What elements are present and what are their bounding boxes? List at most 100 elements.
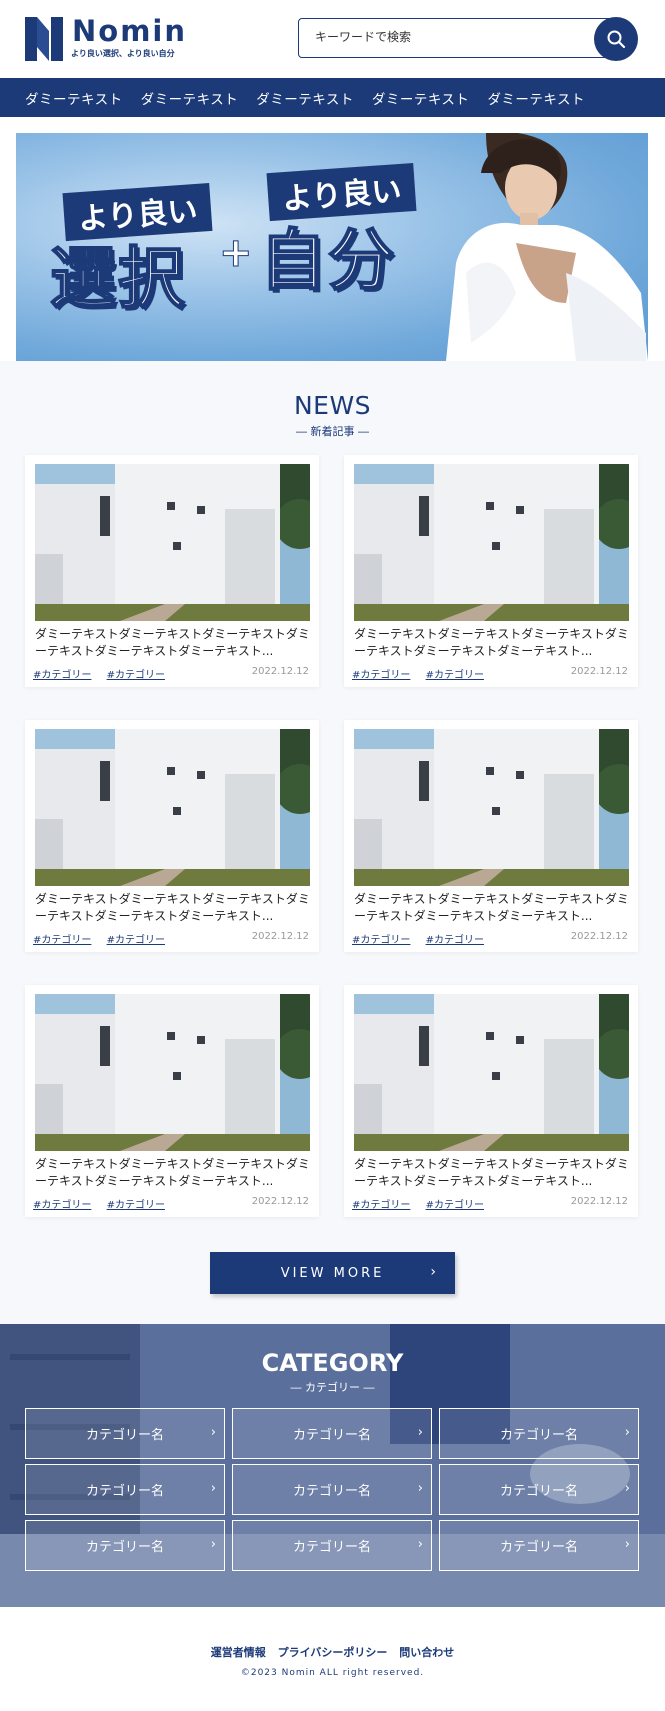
- news-card[interactable]: ダミーテキストダミーテキストダミーテキストダミーテキストダミーテキストダミーテキ…: [344, 985, 638, 1217]
- nav-item[interactable]: ダミーテキスト: [487, 88, 585, 108]
- hero-headline-right: 自分: [259, 221, 396, 300]
- category-button[interactable]: カテゴリー名 ›: [232, 1520, 432, 1571]
- article-tag[interactable]: #カテゴリー: [33, 1200, 91, 1211]
- category-button[interactable]: カテゴリー名 ›: [232, 1408, 432, 1459]
- category-button[interactable]: カテゴリー名 ›: [25, 1408, 225, 1459]
- footer-link-operator[interactable]: 運営者情報: [211, 1646, 266, 1659]
- news-subtitle: ― 新着記事 ―: [296, 425, 369, 438]
- nav-item[interactable]: ダミーテキスト: [372, 88, 470, 108]
- article-tag[interactable]: #カテゴリー: [107, 1200, 165, 1211]
- category-label: カテゴリー名: [499, 1540, 578, 1555]
- chevron-right-icon: ›: [624, 1425, 630, 1440]
- article-thumbnail[interactable]: [354, 464, 629, 621]
- chevron-right-icon: ›: [210, 1425, 216, 1440]
- chevron-right-icon: ›: [430, 1264, 439, 1280]
- logo-tagline: より良い選択、より良い自分: [71, 49, 175, 58]
- article-tag[interactable]: #カテゴリー: [426, 935, 484, 946]
- article-tag[interactable]: #カテゴリー: [352, 670, 410, 681]
- search-input[interactable]: [299, 19, 559, 55]
- category-title: CATEGORY: [261, 1349, 404, 1377]
- article-date: 2022.12.12: [570, 666, 628, 677]
- article-date: 2022.12.12: [251, 666, 309, 677]
- category-label: カテゴリー名: [292, 1484, 371, 1499]
- article-thumbnail[interactable]: [35, 464, 310, 621]
- copyright: ©2023 Nomin ALL right reserved.: [240, 1668, 425, 1678]
- article-tag[interactable]: #カテゴリー: [426, 670, 484, 681]
- site-footer: 運営者情報 プライバシーポリシー 問い合わせ ©2023 Nomin ALL r…: [0, 1607, 665, 1711]
- article-date: 2022.12.12: [570, 1196, 628, 1207]
- article-tag[interactable]: #カテゴリー: [426, 1200, 484, 1211]
- chevron-right-icon: ›: [417, 1425, 423, 1440]
- article-title[interactable]: ダミーテキストダミーテキストダミーテキストダミーテキストダミーテキストダミーテキ…: [354, 1156, 634, 1190]
- hero-banner[interactable]: より良い より良い 選択 + 自分: [16, 133, 648, 361]
- category-button[interactable]: カテゴリー名 ›: [439, 1520, 639, 1571]
- category-label: カテゴリー名: [292, 1540, 371, 1555]
- search-icon: [607, 30, 626, 49]
- category-label: カテゴリー名: [85, 1428, 164, 1443]
- article-tags: #カテゴリー #カテゴリー: [352, 931, 496, 946]
- article-tags: #カテゴリー #カテゴリー: [33, 1196, 177, 1211]
- article-tags: #カテゴリー #カテゴリー: [33, 666, 177, 681]
- search-button[interactable]: [594, 17, 638, 61]
- article-date: 2022.12.12: [251, 1196, 309, 1207]
- category-label: カテゴリー名: [85, 1484, 164, 1499]
- article-tag[interactable]: #カテゴリー: [107, 935, 165, 946]
- article-thumbnail[interactable]: [35, 994, 310, 1151]
- news-card[interactable]: ダミーテキストダミーテキストダミーテキストダミーテキストダミーテキストダミーテキ…: [344, 455, 638, 687]
- article-title[interactable]: ダミーテキストダミーテキストダミーテキストダミーテキストダミーテキストダミーテキ…: [35, 1156, 315, 1190]
- category-button[interactable]: カテゴリー名 ›: [25, 1464, 225, 1515]
- article-title[interactable]: ダミーテキストダミーテキストダミーテキストダミーテキストダミーテキストダミーテキ…: [35, 626, 315, 660]
- article-title[interactable]: ダミーテキストダミーテキストダミーテキストダミーテキストダミーテキストダミーテキ…: [354, 891, 634, 925]
- article-thumbnail-image: [35, 729, 310, 886]
- article-thumbnail-image: [354, 464, 629, 621]
- category-button[interactable]: カテゴリー名 ›: [232, 1464, 432, 1515]
- category-button[interactable]: カテゴリー名 ›: [439, 1408, 639, 1459]
- search-box: [298, 18, 610, 58]
- chevron-right-icon: ›: [210, 1537, 216, 1552]
- article-thumbnail-image: [354, 994, 629, 1151]
- category-label: カテゴリー名: [499, 1484, 578, 1499]
- article-thumbnail[interactable]: [354, 729, 629, 886]
- category-label: カテゴリー名: [85, 1540, 164, 1555]
- news-card[interactable]: ダミーテキストダミーテキストダミーテキストダミーテキストダミーテキストダミーテキ…: [25, 455, 319, 687]
- site-logo[interactable]: Nomin より良い選択、より良い自分: [25, 14, 195, 61]
- article-thumbnail[interactable]: [354, 994, 629, 1151]
- view-more-label: VIEW MORE: [280, 1265, 385, 1281]
- article-date: 2022.12.12: [570, 931, 628, 942]
- article-thumbnail-image: [35, 994, 310, 1151]
- site-header: Nomin より良い選択、より良い自分: [0, 0, 665, 78]
- article-title[interactable]: ダミーテキストダミーテキストダミーテキストダミーテキストダミーテキストダミーテキ…: [35, 891, 315, 925]
- category-button[interactable]: カテゴリー名 ›: [25, 1520, 225, 1571]
- news-card[interactable]: ダミーテキストダミーテキストダミーテキストダミーテキストダミーテキストダミーテキ…: [25, 985, 319, 1217]
- article-tag[interactable]: #カテゴリー: [107, 670, 165, 681]
- logo-mark-icon: [25, 17, 63, 61]
- article-tag[interactable]: #カテゴリー: [33, 935, 91, 946]
- news-card[interactable]: ダミーテキストダミーテキストダミーテキストダミーテキストダミーテキストダミーテキ…: [344, 720, 638, 952]
- chevron-right-icon: ›: [417, 1481, 423, 1496]
- view-more-button[interactable]: VIEW MORE ›: [210, 1252, 455, 1294]
- article-tags: #カテゴリー #カテゴリー: [352, 1196, 496, 1211]
- article-tag[interactable]: #カテゴリー: [33, 670, 91, 681]
- article-title[interactable]: ダミーテキストダミーテキストダミーテキストダミーテキストダミーテキストダミーテキ…: [354, 626, 634, 660]
- nav-item[interactable]: ダミーテキスト: [25, 88, 123, 108]
- news-card[interactable]: ダミーテキストダミーテキストダミーテキストダミーテキストダミーテキストダミーテキ…: [25, 720, 319, 952]
- category-section: CATEGORY ― カテゴリー ― カテゴリー名 › カテゴリー名 › カテゴリー…: [0, 1324, 665, 1607]
- footer-link-contact[interactable]: 問い合わせ: [399, 1646, 454, 1659]
- nav-item[interactable]: ダミーテキスト: [256, 88, 354, 108]
- article-tag[interactable]: #カテゴリー: [352, 935, 410, 946]
- chevron-right-icon: ›: [624, 1537, 630, 1552]
- article-date: 2022.12.12: [251, 931, 309, 942]
- logo-name: Nomin: [72, 14, 187, 48]
- category-button[interactable]: カテゴリー名 ›: [439, 1464, 639, 1515]
- news-title: NEWS: [293, 391, 372, 420]
- article-thumbnail-image: [354, 729, 629, 886]
- hero-headline-left: 選択: [49, 239, 186, 318]
- chevron-right-icon: ›: [624, 1481, 630, 1496]
- article-tags: #カテゴリー #カテゴリー: [33, 931, 177, 946]
- article-tag[interactable]: #カテゴリー: [352, 1200, 410, 1211]
- footer-link-privacy[interactable]: プライバシーポリシー: [278, 1646, 388, 1659]
- article-thumbnail[interactable]: [35, 729, 310, 886]
- category-subtitle: ― カテゴリー ―: [290, 1381, 375, 1394]
- footer-links: 運営者情報 プライバシーポリシー 問い合わせ: [0, 1644, 665, 1660]
- nav-item[interactable]: ダミーテキスト: [141, 88, 239, 108]
